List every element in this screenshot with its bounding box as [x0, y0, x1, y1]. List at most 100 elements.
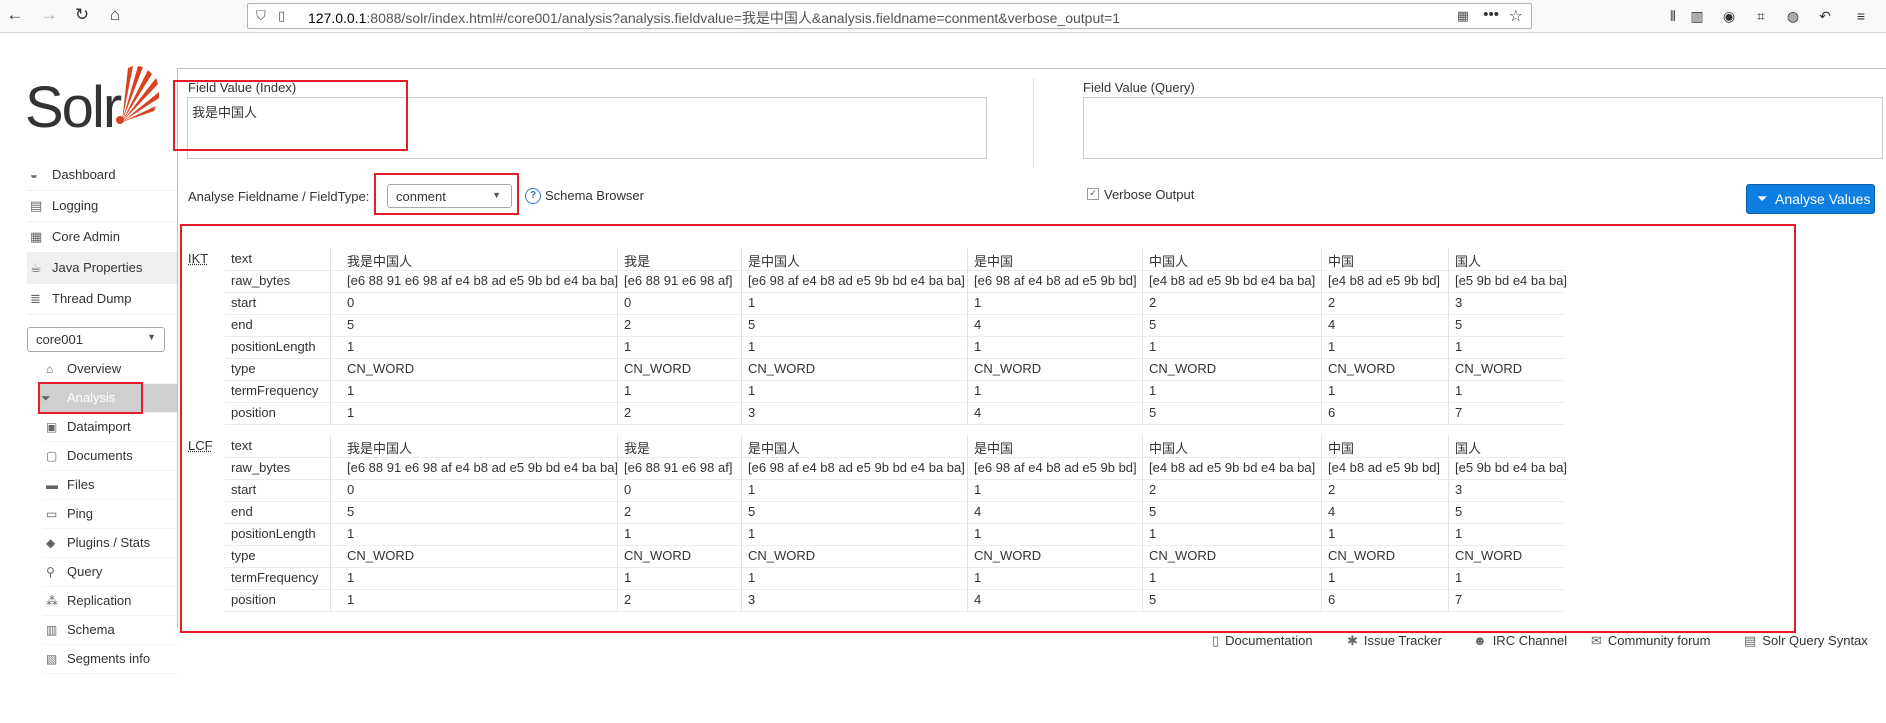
core-menu-item-label: Documents [67, 448, 133, 463]
core-menu-item-label: Plugins / Stats [67, 535, 151, 550]
core-admin-icon: ▦ [30, 229, 43, 244]
menu-item-label: Logging [52, 198, 99, 213]
bug-icon: ✱ [1347, 633, 1358, 648]
footer-link-solr-query-syntax[interactable]: ▤ Solr Query Syntax [1744, 633, 1868, 653]
help-icon[interactable]: ? [525, 188, 541, 204]
plugins-icon: ◆ [46, 536, 56, 550]
core-menu-item-label: Files [67, 477, 95, 492]
browser-toolbar: ← → ↻ ⌂ ⛉ ▯ 127.0.0.1:8088/solr/index.ht… [0, 0, 1886, 33]
solr-sun-icon [116, 66, 159, 124]
schema-browser-link[interactable]: Schema Browser [545, 188, 644, 203]
core-menu-item-label: Schema [67, 622, 115, 637]
index-highlight-box [173, 80, 408, 151]
fieldname-highlight-box [374, 173, 519, 215]
home-icon[interactable]: ⌂ [104, 4, 126, 26]
footer-link-label: Solr Query Syntax [1762, 633, 1868, 648]
menu-item-label: Thread Dump [52, 291, 132, 306]
undo-icon[interactable]: ↶ [1815, 6, 1835, 26]
menu-item-label: Core Admin [52, 229, 120, 244]
syntax-icon: ▤ [1744, 633, 1757, 648]
menu-item-label: Java Properties [52, 260, 143, 275]
core-selector-value: core001 [36, 332, 83, 347]
footer-link-label: Issue Tracker [1363, 633, 1442, 648]
logging-icon: ▤ [30, 198, 43, 213]
segments-icon: ▧ [46, 652, 58, 666]
menu-item-java-properties[interactable]: ☕ Java Properties [27, 253, 177, 284]
chevron-down-icon: ▼ [147, 332, 156, 342]
library-icon[interactable]: ⫴ [1663, 6, 1683, 26]
forward-icon[interactable]: → [38, 4, 60, 26]
logo-text: Solr [25, 75, 122, 140]
back-icon[interactable]: ← [4, 4, 26, 26]
funnel-icon: ⏷ [1757, 191, 1768, 206]
footer-link-documentation[interactable]: ▯ Documentation [1212, 633, 1313, 653]
menu-item-label: Dashboard [52, 167, 116, 182]
mail-icon: ✉ [1591, 633, 1602, 648]
footer-link-issue-tracker[interactable]: ✱ Issue Tracker [1347, 633, 1442, 653]
footer-link-label: Community forum [1607, 633, 1711, 648]
folder-icon: ▬ [46, 478, 58, 492]
documentation-icon: ▯ [1212, 633, 1220, 648]
footer-link-irc-channel[interactable]: ☻ IRC Channel [1473, 633, 1567, 653]
magnifier-icon: ⚲ [46, 565, 55, 579]
core-menu-item-files[interactable]: ▬ Files [43, 471, 177, 500]
shield-icon[interactable]: ⛉ [256, 8, 266, 24]
core-menu-item-schema[interactable]: ▥ Schema [43, 616, 177, 645]
account-icon[interactable]: ◉ [1719, 6, 1739, 26]
core-menu-item-segments-info[interactable]: ▧ Segments info [43, 645, 177, 674]
core-menu-item-label: Replication [67, 593, 132, 608]
menu-item-core-admin[interactable]: ▦ Core Admin [27, 222, 177, 253]
documents-icon: ▢ [46, 449, 58, 463]
screenshot-icon[interactable]: ⌗ [1751, 6, 1771, 26]
dashboard-icon: ◒ [30, 167, 38, 182]
verbose-output-checkbox[interactable]: ✓ [1087, 188, 1099, 200]
analyse-values-label: Analyse Values [1775, 191, 1871, 207]
verbose-output-label: Verbose Output [1104, 187, 1195, 202]
footer-link-label: IRC Channel [1492, 633, 1568, 648]
menu-item-dashboard[interactable]: ◒ Dashboard [27, 160, 177, 191]
dataimport-icon: ▣ [46, 420, 58, 434]
core-menu-item-label: Ping [67, 506, 94, 521]
main-content-border [177, 68, 178, 628]
java-icon: ☕ [30, 260, 42, 275]
chat-icon[interactable]: ◍ [1783, 6, 1803, 26]
reload-icon[interactable]: ↻ [71, 4, 93, 26]
more-actions-icon[interactable]: ••• [1483, 6, 1499, 23]
results-highlight-box [180, 224, 1796, 633]
core-menu-item-replication[interactable]: ⁂ Replication [43, 587, 177, 616]
query-field-value-input[interactable] [1083, 97, 1883, 159]
column-divider [1033, 78, 1034, 168]
query-field-label: Field Value (Query) [1083, 80, 1195, 95]
thread-dump-icon: ≣ [30, 291, 41, 306]
menu-icon[interactable]: ≡ [1851, 6, 1871, 26]
core-menu-item-label: Dataimport [67, 419, 131, 434]
footer-link-label: Documentation [1225, 633, 1313, 648]
core-menu-item-documents[interactable]: ▢ Documents [43, 442, 177, 471]
schema-icon: ▥ [46, 623, 58, 637]
solr-logo[interactable]: Solr [25, 66, 160, 140]
irc-icon: ☻ [1473, 633, 1487, 648]
qr-code-icon[interactable]: ▦ [1457, 8, 1469, 24]
footer-link-community-forum[interactable]: ✉ Community forum [1591, 633, 1710, 653]
main-content-top-border [177, 68, 1886, 69]
core-menu-item-label: Query [67, 564, 103, 579]
core-selector[interactable]: core001 ▼ [27, 327, 165, 352]
url-bar[interactable]: ⛉ ▯ 127.0.0.1:8088/solr/index.html#/core… [247, 3, 1532, 29]
ping-icon: ▭ [46, 507, 58, 521]
analysis-highlight-box [38, 382, 143, 414]
core-menu-item-label: Overview [67, 361, 122, 376]
menu-item-thread-dump[interactable]: ≣ Thread Dump [27, 284, 177, 315]
page-info-icon[interactable]: ▯ [278, 8, 285, 24]
core-menu-item-query[interactable]: ⚲ Query [43, 558, 177, 587]
bookmark-star-icon[interactable]: ☆ [1509, 6, 1523, 26]
core-menu-item-overview[interactable]: ⌂ Overview [43, 355, 177, 384]
sidebar-icon[interactable]: ▥ [1687, 6, 1707, 26]
core-menu-item-plugins-stats[interactable]: ◆ Plugins / Stats [43, 529, 177, 558]
analyse-values-button[interactable]: ⏷ Analyse Values [1746, 184, 1875, 214]
replication-icon: ⁂ [46, 594, 58, 608]
core-menu-item-dataimport[interactable]: ▣ Dataimport [43, 413, 177, 442]
core-menu-item-ping[interactable]: ▭ Ping [43, 500, 177, 529]
home-icon: ⌂ [46, 362, 54, 376]
url-text[interactable]: 127.0.0.1:8088/solr/index.html#/core001/… [308, 8, 1120, 28]
menu-item-logging[interactable]: ▤ Logging [27, 191, 177, 222]
